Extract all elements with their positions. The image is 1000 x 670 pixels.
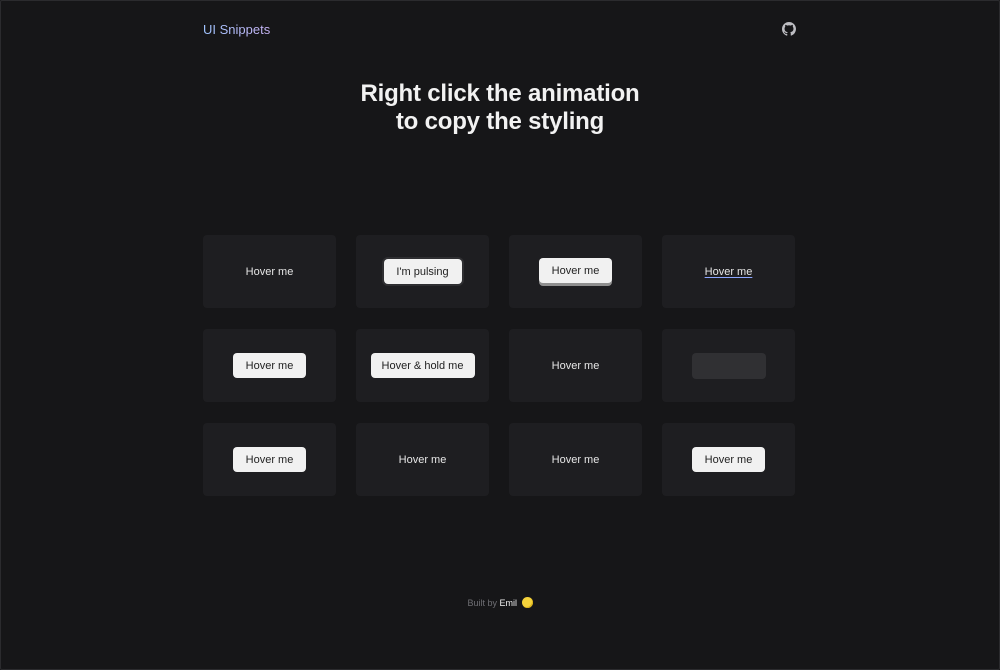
hover-text[interactable]: Hover me	[246, 266, 294, 278]
footer: Built by Emil	[0, 597, 1000, 608]
snippet-card-1: Hover me	[203, 235, 336, 308]
lift-button[interactable]: Hover me	[539, 258, 612, 283]
snippet-card-8	[662, 329, 795, 402]
hover-button[interactable]: Hover me	[233, 447, 306, 472]
snippet-card-12: Hover me	[662, 423, 795, 496]
hover-button[interactable]: Hover me	[233, 353, 306, 378]
author-link[interactable]: Emil	[500, 598, 518, 608]
brand-link[interactable]: UI Snippets	[203, 22, 270, 37]
hover-text[interactable]: Hover me	[399, 454, 447, 466]
smiley-icon	[521, 597, 533, 608]
ghost-button[interactable]	[691, 352, 766, 379]
hover-button[interactable]: Hover me	[692, 447, 765, 472]
snippet-card-3: Hover me	[509, 235, 642, 308]
title-line-1: Right click the animation	[360, 80, 640, 107]
snippet-card-9: Hover me	[203, 423, 336, 496]
title-line-2: to copy the styling	[395, 108, 605, 135]
footer-prefix: Built by	[467, 598, 497, 608]
underline-link[interactable]: Hover me	[705, 266, 753, 278]
pulsing-button[interactable]: I'm pulsing	[383, 259, 462, 284]
snippet-card-11: Hover me	[509, 423, 642, 496]
hover-text[interactable]: Hover me	[552, 454, 600, 466]
hover-text[interactable]: Hover me	[552, 360, 600, 372]
snippet-grid: Hover me I'm pulsing Hover me Hover me H…	[203, 235, 797, 496]
github-icon[interactable]	[782, 22, 796, 36]
page-title: Right click the animation to copy the st…	[0, 80, 1000, 136]
snippet-card-4: Hover me	[662, 235, 795, 308]
hover-hold-button[interactable]: Hover & hold me	[370, 353, 475, 378]
snippet-card-7: Hover me	[509, 329, 642, 402]
snippet-card-2: I'm pulsing	[356, 235, 489, 308]
snippet-card-6: Hover & hold me	[356, 329, 489, 402]
snippet-card-10: Hover me	[356, 423, 489, 496]
snippet-card-5: Hover me	[203, 329, 336, 402]
